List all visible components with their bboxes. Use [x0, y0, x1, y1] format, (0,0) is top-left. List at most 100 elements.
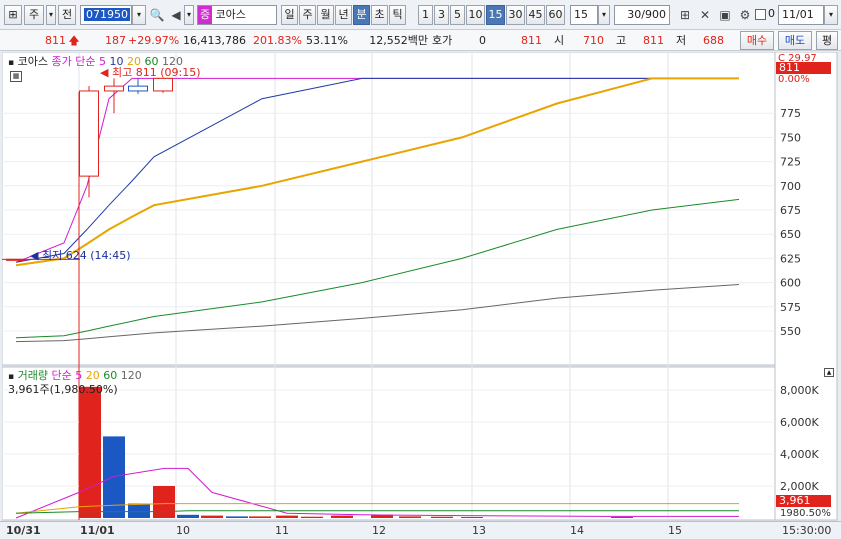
up-arrow-icon: 🡅 [68, 34, 80, 47]
price-tick-675: 675 [780, 204, 801, 217]
main-toolbar: ⊞ 주 ▾ 전 071950 ▾ 🔍 ◀ ▾ 증 코아스 일주월년분초틱 135… [0, 0, 841, 30]
turnover-rate: 53.11% [306, 34, 348, 47]
current-price: 811 [45, 34, 66, 47]
interval-button-45[interactable]: 45 [526, 5, 545, 25]
high-value: 811 [643, 34, 664, 47]
left-arrow-icon: ◀ [30, 249, 39, 262]
left-arrow-icon: ◀ [100, 66, 109, 79]
interval-button-60[interactable]: 60 [546, 5, 565, 25]
volume-bar-6 [226, 516, 248, 518]
stock-name-field[interactable]: 증 코아스 [197, 5, 277, 25]
volume-value: 16,413,786 [183, 34, 246, 47]
period-button-6[interactable]: 틱 [389, 5, 406, 25]
current-value: 811 [521, 34, 542, 47]
price-tick-625: 625 [780, 252, 801, 265]
price-tick-775: 775 [780, 107, 801, 120]
grid-toggle-icon[interactable]: ▦ [10, 71, 22, 82]
low-annotation: ◀ 최저 624 (14:45) [30, 249, 131, 262]
period-button-2[interactable]: 월 [317, 5, 334, 25]
search-icon[interactable]: 🔍 [148, 6, 166, 24]
price-change: 187 [105, 34, 126, 47]
volume-bar-15 [611, 517, 633, 518]
sell-button[interactable]: 매도 [778, 31, 812, 50]
crosshair-icon[interactable]: ✕ [696, 6, 714, 24]
legend-vol-ma120: 120 [120, 369, 142, 382]
volume-bar-10 [331, 515, 353, 518]
volume-bar-14 [461, 517, 483, 518]
interval-button-1[interactable]: 1 [418, 5, 433, 25]
interval-button-5[interactable]: 5 [450, 5, 465, 25]
quote-bar: 811 🡅 187 +29.97% 16,413,786 201.83% 53.… [0, 30, 841, 51]
volume-bar-12 [399, 516, 421, 518]
high-label: 고 [616, 34, 627, 47]
price-tick-650: 650 [780, 228, 801, 241]
period-button-1[interactable]: 주 [299, 5, 316, 25]
volume-pct-tag: 1980.50% [780, 508, 831, 519]
interval-button-15[interactable]: 15 [486, 5, 505, 25]
date-mid: 11/01 [80, 524, 115, 537]
period-button-5[interactable]: 초 [371, 5, 388, 25]
save-icon[interactable]: ▣ [716, 6, 734, 24]
count-input[interactable]: 30/900 [614, 5, 670, 25]
interval-button-30[interactable]: 30 [506, 5, 525, 25]
legend-close: 종가 [51, 55, 72, 68]
time-label-14: 14 [570, 524, 584, 537]
trade-amount: 12,552백만 [369, 34, 428, 47]
prev-button[interactable]: 전 [58, 5, 76, 25]
legend-vol-type: 단순 [51, 369, 72, 382]
price-tick-750: 750 [780, 131, 801, 144]
clock-label: 15:30:00 [782, 524, 832, 537]
avg-button[interactable]: 평 [816, 31, 838, 50]
speaker-dropdown-icon[interactable]: ▾ [184, 5, 194, 25]
price-tag: 811 [776, 62, 831, 74]
candle-body-0 [6, 258, 26, 261]
price-tick-700: 700 [780, 180, 801, 193]
market-badge: 증 [198, 6, 212, 24]
time-label-10: 10 [176, 524, 190, 537]
volume-bar-0 [79, 386, 101, 518]
period-button-0[interactable]: 일 [281, 5, 298, 25]
chart-type-icon[interactable]: ⊞ [4, 5, 22, 25]
period-mode-button[interactable]: 주 [24, 5, 44, 25]
stock-code-input[interactable]: 071950 [80, 5, 132, 25]
candle-settings-icon[interactable]: ⊞ [676, 6, 694, 24]
open-label: 시 [554, 34, 565, 47]
date-input[interactable]: 11/01 [778, 5, 824, 25]
vol-tick-3: 8,000K [780, 384, 819, 397]
interval-button-3[interactable]: 3 [434, 5, 449, 25]
vol-tick-1: 4,000K [780, 448, 819, 461]
chart-area[interactable]: 550 575 600 625 650 675 700 725 750 775 2,000K 4,00… [2, 52, 839, 539]
code-dropdown-icon[interactable]: ▾ [132, 5, 146, 25]
volume-bar-8 [276, 515, 298, 518]
speaker-icon[interactable]: ◀ [167, 6, 185, 24]
period-button-3[interactable]: 년 [335, 5, 352, 25]
dropdown-arrow-icon[interactable]: ▾ [46, 5, 56, 25]
period-button-4[interactable]: 분 [353, 5, 370, 25]
interval-dropdown-icon[interactable]: ▾ [598, 5, 610, 25]
buy-button[interactable]: 매수 [740, 31, 774, 50]
panel-collapse-icon[interactable]: ▲ [824, 368, 834, 377]
legend-vol-ma60: 60 [103, 369, 118, 382]
open-value: 710 [583, 34, 604, 47]
candle-body-3 [128, 85, 148, 92]
price-tick-575: 575 [780, 301, 801, 314]
volume-bar-9 [301, 516, 323, 518]
legend-vol-ma5: 5 [75, 369, 83, 382]
legend-vol-ma20: 20 [85, 369, 100, 382]
checkbox[interactable] [755, 9, 766, 20]
price-panel [2, 52, 776, 366]
low-label: 저 [676, 34, 687, 47]
volume-bar-3 [153, 486, 175, 518]
gear-icon[interactable]: ⚙ [736, 6, 754, 24]
volume-readout: 3,961주(1,980.50%) [8, 383, 118, 396]
volume-legend: ▪ 거래량 단순 5 20 60 120 [8, 369, 142, 382]
volume-bar-13 [431, 516, 453, 518]
price-change-pct: +29.97% [128, 34, 180, 47]
checkbox-label: 0 [768, 7, 775, 20]
interval-select[interactable]: 15 [570, 5, 598, 25]
legend-volume: 거래량 [17, 369, 48, 382]
interval-button-10[interactable]: 10 [466, 5, 485, 25]
pct-tag: 0.00% [778, 74, 810, 85]
candle-body-2 [104, 85, 124, 92]
date-dropdown-icon[interactable]: ▾ [824, 5, 838, 25]
